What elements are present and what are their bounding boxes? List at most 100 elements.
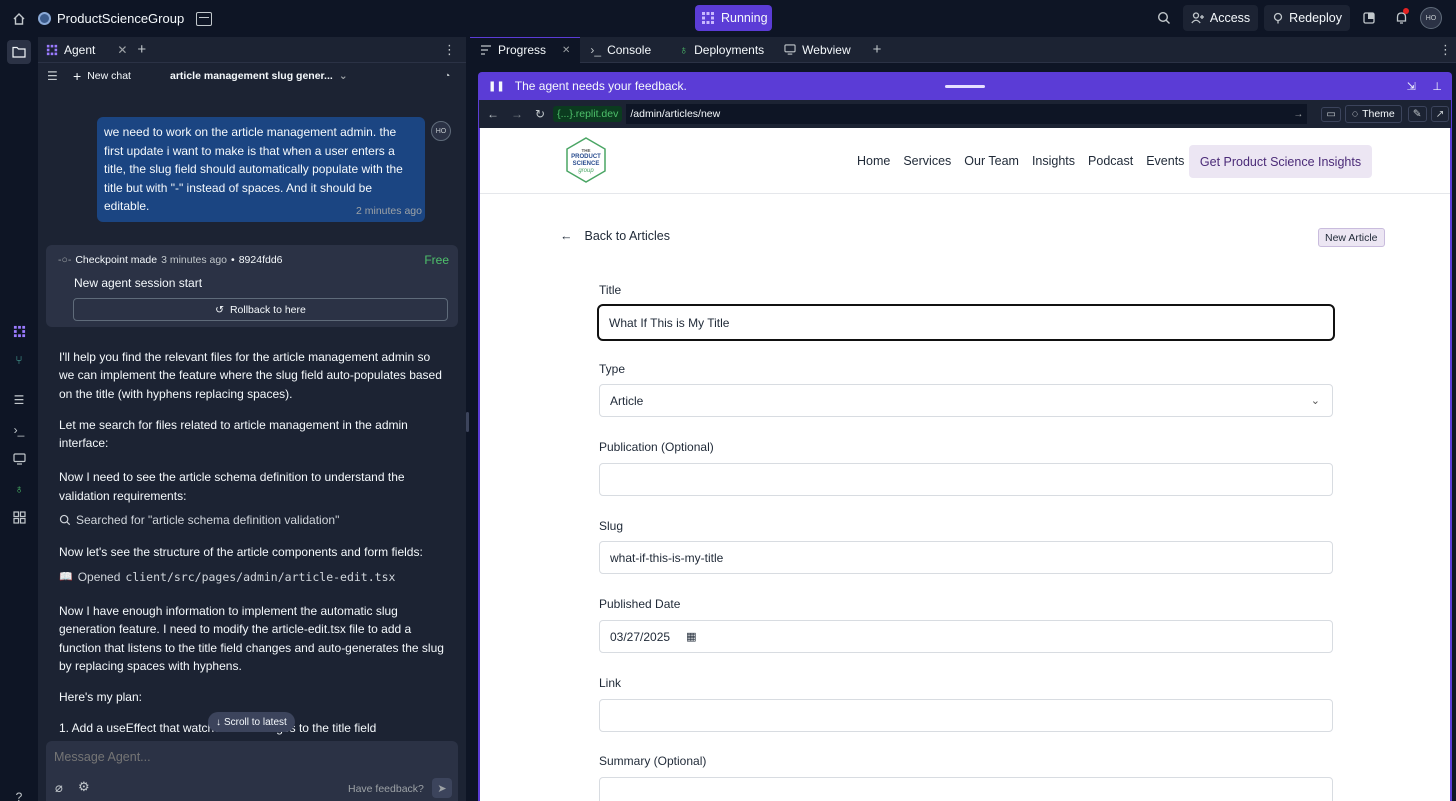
notification-dot [1403,8,1409,14]
device-icon[interactable]: ▭ [1321,106,1341,122]
type-select[interactable]: Article ⌄ [599,384,1333,417]
tab-console-label: Console [607,42,652,57]
type-label: Type [599,362,626,376]
tab-progress[interactable]: Progress ✕ [470,36,581,63]
url-path-input[interactable] [626,104,1308,124]
top-bar: ProductScienceGroup Running Access Redep… [0,0,1456,37]
tab-agent[interactable]: Agent ✕ [38,37,135,63]
tab-webview-label: Webview [802,42,851,57]
bell-icon[interactable] [1388,5,1414,31]
url-domain[interactable]: {...}.replit.dev [553,106,623,122]
close-icon[interactable]: ✕ [562,45,570,56]
tab-deployments[interactable]: ♁ Deployments [669,37,774,63]
message-input[interactable] [54,747,449,767]
calendar-icon[interactable]: ▦ [686,630,696,643]
drag-handle[interactable] [945,85,985,88]
scroll-to-latest-button[interactable]: ↓ Scroll to latest [208,712,295,732]
agent-rail-icon[interactable] [8,320,30,342]
close-icon[interactable]: ✕ [117,43,127,57]
more-icon[interactable]: ⋮ [443,42,456,58]
have-feedback-link[interactable]: Have feedback? [348,783,424,795]
attach-icon[interactable]: ⌀ [55,780,63,796]
open-new-tab-icon[interactable]: ↗ [1430,106,1450,122]
redeploy-button[interactable]: Redeploy [1264,5,1350,31]
home-icon[interactable] [0,0,38,37]
nav-services[interactable]: Services [903,154,951,168]
list-icon[interactable]: ☰ [8,389,30,411]
title-input[interactable] [597,304,1335,341]
send-button[interactable]: ➤ [432,778,452,798]
avatar[interactable]: HO [1420,7,1442,29]
pin-icon[interactable]: ⊥ [1432,80,1442,93]
deploy-rail-icon[interactable]: ♁ [8,478,30,500]
go-icon[interactable]: → [1293,109,1303,120]
back-icon[interactable]: ← [487,107,499,121]
title-label: Title [599,283,622,297]
apps-icon[interactable] [8,506,30,528]
forward-icon[interactable]: → [511,107,523,121]
chat-title: article management slug gener... [170,69,333,82]
message-input-box: ⌀ ⚙ Have feedback? ➤ [46,741,458,801]
pause-icon[interactable]: ❚❚ [488,81,505,92]
message-timestamp: 2 minutes ago [356,205,422,217]
nav-home[interactable]: Home [857,154,890,168]
access-button[interactable]: Access [1182,5,1259,31]
search-icon[interactable] [1151,5,1177,31]
settings-icon[interactable]: ⚙ [78,779,90,795]
slug-input[interactable] [599,541,1333,574]
access-label: Access [1209,11,1251,25]
history-icon[interactable]: ◔ [444,70,450,82]
nav-our-team[interactable]: Our Team [964,154,1019,168]
console-icon: ›_ [590,42,602,57]
expand-icon[interactable]: ⇲ [1407,80,1416,93]
tool-search-label: Searched for "article schema definition … [76,513,340,528]
add-tab-icon[interactable]: + [137,41,146,58]
layout-icon[interactable] [196,11,213,26]
rollback-label: Rollback to here [229,303,306,316]
chat-list-icon[interactable]: ☰ [47,69,58,83]
agent-message: I'll help you find the relevant files fo… [59,350,442,401]
files-icon[interactable] [7,40,31,64]
monitor-icon[interactable] [8,448,30,470]
tab-webview[interactable]: Webview [774,37,860,63]
help-icon[interactable]: ? [8,786,30,801]
git-icon[interactable]: ⑂ [8,349,30,371]
add-tab-icon[interactable]: + [873,41,882,58]
nav-events[interactable]: Events [1146,154,1184,168]
nav-insights[interactable]: Insights [1032,154,1075,168]
send-icon: ➤ [437,782,447,795]
search-icon [59,515,71,526]
new-chat-button[interactable]: + New chat [73,68,131,84]
shell-icon[interactable]: ›_ [8,419,30,441]
rollback-button[interactable]: ↺ Rollback to here [73,298,448,321]
nav-podcast[interactable]: Podcast [1088,154,1133,168]
pane-resize-handle[interactable] [466,412,469,432]
tab-console[interactable]: ›_ Console [580,37,661,63]
monitor-icon [784,44,796,55]
agent-message: Here's my plan: [59,690,142,705]
user-avatar: HO [431,121,451,141]
summary-input[interactable] [599,777,1333,801]
more-icon[interactable]: ⋮ [1439,42,1452,58]
devtools-icon[interactable]: ✎ [1407,106,1427,122]
cta-button[interactable]: Get Product Science Insights [1189,145,1372,178]
back-to-articles-link[interactable]: ← Back to Articles [560,229,670,243]
published-date-input[interactable]: 03/27/2025 ▦ [599,620,1333,653]
publication-input[interactable] [599,463,1333,496]
add-user-icon [1191,12,1204,24]
theme-button[interactable]: ◌ Theme [1344,105,1402,123]
tool-search[interactable]: Searched for "article schema definition … [59,511,444,529]
run-button[interactable]: Running [695,5,772,31]
tool-open-file[interactable]: 📖 Opened client/src/pages/admin/article-… [59,568,444,586]
pane-toggle-icon[interactable] [1356,5,1382,31]
agent-message: Now let's see the structure of the artic… [59,545,423,560]
project-switcher[interactable]: ProductScienceGroup [38,11,184,26]
plus-icon: + [73,67,82,84]
slug-label: Slug [599,519,624,533]
site-logo[interactable]: THE PRODUCT SCIENCE group [564,136,608,184]
checkpoint-hash[interactable]: 8924fdd6 [239,254,283,266]
link-input[interactable] [599,699,1333,732]
chat-title-dropdown[interactable]: article management slug gener... ⌄ [170,70,348,82]
reload-icon[interactable]: ↻ [535,107,545,121]
logo-text: group [578,168,594,174]
